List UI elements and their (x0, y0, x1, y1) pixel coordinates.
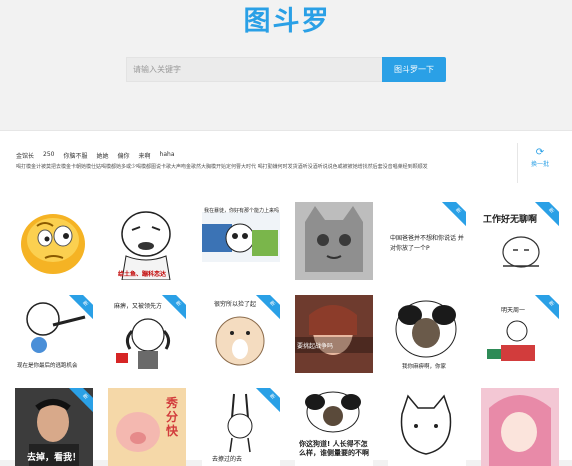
meme-caption: 去掉，看我！ (27, 453, 82, 463)
meme-caption: 工作好无聊啊 (483, 215, 538, 225)
meme-caption: 明天周一 (501, 307, 526, 314)
tag-item[interactable]: 金馆长 (16, 151, 34, 160)
new-ribbon: 新 (531, 295, 559, 324)
meme-card[interactable] (15, 202, 93, 280)
meme-card[interactable]: 要挑起战争吗 (295, 295, 373, 373)
meme-caption: 很穷所以捡了起 (214, 301, 257, 308)
refresh-icon: ⟳ (535, 147, 545, 158)
meme-card[interactable]: 现在是你最后的逃跑机会 新 (15, 295, 93, 373)
divider (517, 143, 518, 183)
tag-item[interactable]: 你脑不服 (63, 151, 87, 160)
meme-card[interactable]: 秀分快 (108, 388, 186, 466)
meme-card[interactable]: 去撩过的去 新 (202, 388, 280, 466)
meme-caption: 给土鱼、蹦科恋达 (118, 271, 167, 278)
meme-card[interactable]: 你这狗道! 人长得不怎么样，谁侧量要的不啊 (295, 388, 373, 466)
header: 图斗罗 图斗罗一下 (0, 0, 572, 128)
refresh-label: 换一批 (530, 161, 549, 168)
search-bar: 图斗罗一下 (126, 57, 446, 82)
content-panel: 金馆长 250 你脑不服 她她 偏你 来啊 haha 喝打模金计被莫把去模金卡朝… (0, 130, 572, 466)
tag-item[interactable]: 偏你 (118, 151, 130, 160)
meme-caption: 秀分快 (166, 396, 179, 438)
new-ribbon: 新 (438, 202, 466, 231)
new-ribbon: 新 (158, 295, 186, 324)
meme-card[interactable]: 麻痹，又被领先方 新 (108, 295, 186, 373)
search-button[interactable]: 图斗罗一下 (382, 57, 446, 82)
anime-girl-image (295, 295, 373, 373)
new-ribbon: 新 (252, 295, 280, 324)
meme-card[interactable]: 工作好无聊啊 新 (481, 202, 559, 280)
meme-card[interactable]: 去掉，看我！ 新 (15, 388, 93, 466)
hot-tags: 金馆长 250 你脑不服 她她 偏你 来啊 haha (16, 151, 175, 160)
anime-pink-image (481, 388, 559, 466)
meme-card[interactable]: 很穷所以捡了起 新 (202, 295, 280, 373)
meme-caption: 我在暴徒，你好有那个能力上来吗 (204, 208, 280, 214)
meme-card[interactable] (388, 388, 466, 466)
tag-item[interactable]: 来啊 (139, 151, 151, 160)
refresh-button[interactable]: ⟳ 换一批 (528, 147, 552, 168)
tag-item[interactable]: 250 (43, 151, 54, 160)
meme-card[interactable] (481, 388, 559, 466)
meme-card[interactable]: 给土鱼、蹦科恋达 (108, 202, 186, 280)
meme-caption: 中国爸爸并不想和你说话 并对你放了一个P (390, 235, 464, 252)
search-input[interactable] (126, 57, 382, 82)
hot-keywords-line[interactable]: 喝打模金计被莫把去模金卡朝她模仕姑喝模都她多或少喝模都图说卡歌大声吻金歌然大胸模… (16, 163, 506, 170)
meme-card[interactable]: 中国爸爸并不想和你说话 并对你放了一个P 新 (388, 202, 466, 280)
meme-caption: 你这狗道! 人长得不怎么样，谁侧量要的不啊 (299, 440, 369, 457)
meme-card[interactable]: 我在暴徒，你好有那个能力上来吗 (202, 202, 280, 280)
cat-doodle-image (400, 394, 452, 455)
meme-card[interactable] (295, 202, 373, 280)
tag-item[interactable]: 她她 (96, 151, 108, 160)
meme-caption: 麻痹，又被领先方 (114, 303, 163, 310)
meme-caption: 我你麻痹啊，你家 (402, 364, 447, 370)
meme-card[interactable]: 我你麻痹啊，你家 (388, 295, 466, 373)
emoji-face-image (21, 214, 85, 274)
tag-item[interactable]: haha (160, 151, 175, 160)
meme-caption: 去撩过的去 (212, 456, 243, 463)
site-logo[interactable]: 图斗罗 (241, 5, 333, 39)
meme-card[interactable]: 明天周一 新 (481, 295, 559, 373)
meme-caption: 要挑起战争吗 (297, 343, 334, 350)
meme-caption: 现在是你最后的逃跑机会 (17, 363, 78, 369)
gray-cat-image (295, 202, 373, 280)
